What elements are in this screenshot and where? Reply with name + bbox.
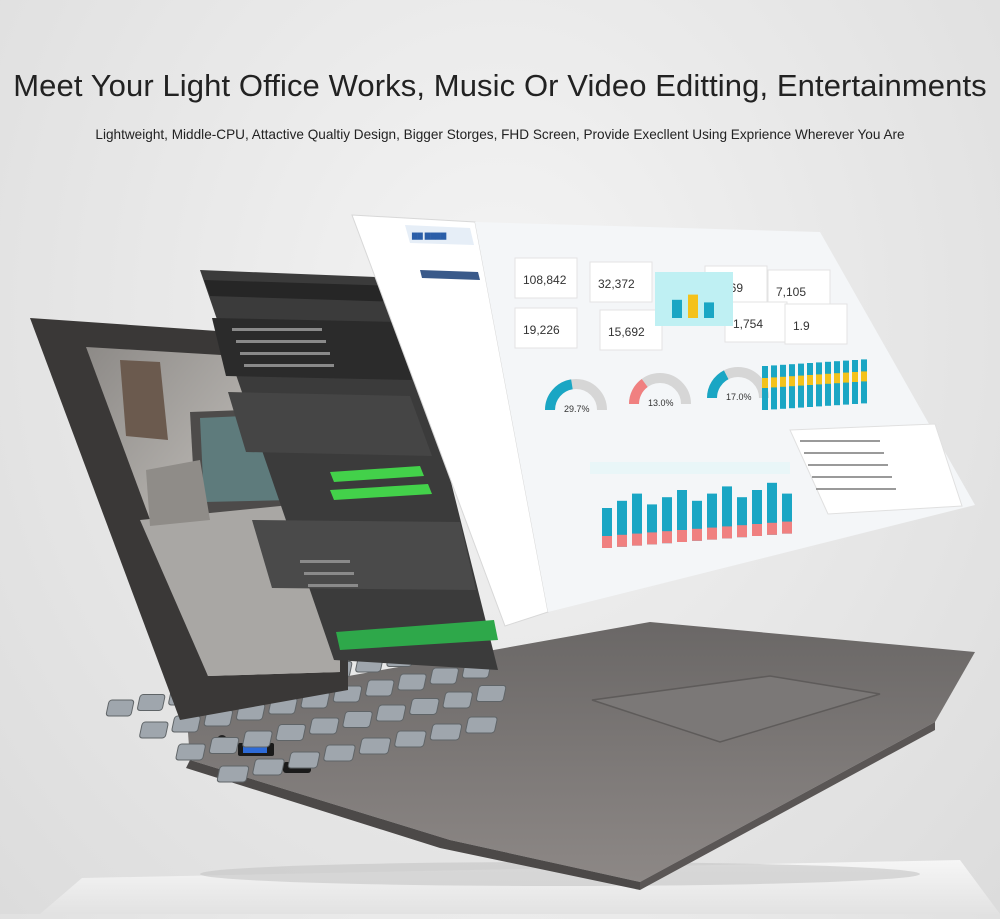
- display-stand: [40, 860, 1000, 914]
- keyboard-key: [287, 751, 321, 769]
- kpi-value: 19,226: [523, 323, 560, 337]
- stack-bar-segment: [825, 373, 831, 384]
- kpi-value: 32,372: [598, 277, 635, 291]
- keyboard-key: [429, 667, 459, 685]
- keyboard-key: [342, 711, 373, 728]
- stack-bar-segment: [861, 371, 867, 382]
- kpi-tile: 15,692: [599, 309, 663, 351]
- keyboard-key: [429, 723, 463, 741]
- stack-bar-segment: [789, 376, 795, 387]
- kpi-tile: 32,372: [589, 261, 653, 303]
- stack-bar-segment: [780, 376, 786, 387]
- mini-bar: [672, 299, 682, 318]
- chart-bar-segment: [692, 528, 702, 541]
- chart-bar-segment: [737, 525, 747, 538]
- dashboard-logo: ▇▇ ▇▇▇▇: [411, 232, 447, 240]
- chart-bar-segment: [617, 534, 627, 547]
- kpi-value: 7,105: [776, 285, 806, 299]
- keyboard-key: [137, 694, 166, 711]
- keyboard-key: [242, 730, 273, 748]
- chart-bar-segment: [647, 532, 657, 545]
- mini-bar: [688, 294, 698, 318]
- kpi-value: 15,692: [608, 325, 645, 339]
- chart-bar-segment: [677, 530, 687, 542]
- stack-bar-segment: [816, 374, 822, 385]
- keyboard-key: [442, 691, 473, 709]
- kpi-tile: 19,226: [514, 307, 578, 349]
- keyboard-key: [252, 758, 285, 776]
- kpi-tile: 108,842: [514, 257, 578, 299]
- keyboard-key: [375, 704, 407, 722]
- keyboard-key: [465, 716, 498, 734]
- kpi-tile: 1.9: [784, 303, 848, 345]
- keyboard-key: [358, 737, 392, 755]
- keyboard-key: [216, 765, 250, 783]
- gauge-value: 13.0%: [648, 398, 674, 408]
- chart-bar-segment: [707, 527, 717, 540]
- chart-bar-segment: [767, 522, 777, 535]
- kpi-value: 1.9: [793, 319, 810, 333]
- stack-bar-segment: [807, 375, 813, 385]
- chart-bar-segment: [722, 526, 732, 539]
- mini-bar: [704, 302, 714, 318]
- keyboard-key: [105, 699, 135, 717]
- keyboard-key: [309, 717, 340, 735]
- stack-bar-segment: [852, 372, 858, 382]
- keyboard-key: [409, 698, 440, 715]
- keyboard-key: [275, 724, 306, 741]
- gauge-value: 17.0%: [726, 392, 752, 402]
- kpi-tile: 1,754: [724, 301, 788, 343]
- stack-bar-segment: [798, 375, 804, 386]
- keyboard-key: [394, 730, 427, 748]
- chart-bar-segment: [782, 521, 792, 534]
- keyboard-key: [323, 744, 356, 762]
- keyboard-key: [208, 737, 240, 754]
- gauge-value: 29.7%: [564, 404, 590, 414]
- laptop-illustration: ▇▇ ▇▇▇▇ 108,84232,3728,7697,10519,22615,…: [0, 0, 1000, 914]
- chart-header: [590, 462, 790, 474]
- keyboard-key: [139, 721, 169, 739]
- chart-bar-segment: [632, 533, 642, 546]
- stack-bar-segment: [834, 373, 840, 384]
- stack-bar-segment: [843, 372, 849, 383]
- stack-bar-segment: [771, 377, 777, 388]
- stack-bar-segment: [762, 378, 768, 388]
- kpi-value: 108,842: [523, 273, 567, 287]
- chart-bar-segment: [602, 536, 612, 548]
- chart-bar-segment: [752, 524, 762, 536]
- keyboard-key: [175, 743, 206, 761]
- kpi-value: 1,754: [733, 317, 763, 331]
- keyboard-key: [365, 679, 395, 697]
- chart-bar-segment: [662, 531, 672, 544]
- keyboard-key: [475, 685, 507, 702]
- keyboard-key: [397, 673, 427, 691]
